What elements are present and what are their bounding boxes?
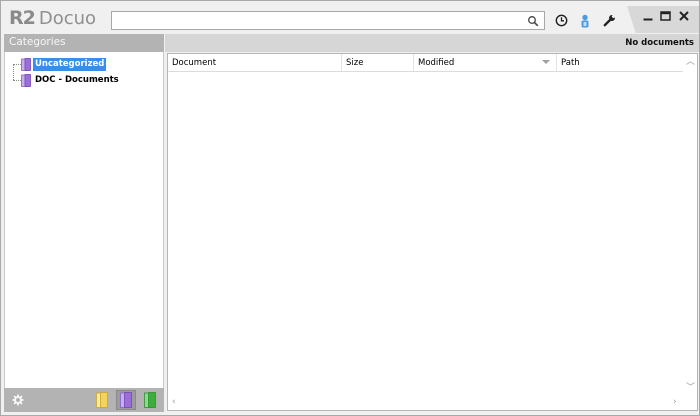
logo-name: Docuo bbox=[38, 8, 97, 29]
tree-connector bbox=[13, 64, 21, 65]
column-label: Modified bbox=[418, 58, 455, 68]
app-logo: R2 Docuo bbox=[9, 7, 96, 29]
minimize-button[interactable] bbox=[641, 9, 655, 23]
logo-mark: R2 bbox=[9, 7, 36, 29]
scroll-right-icon[interactable]: › bbox=[673, 397, 677, 407]
tree-item-doc-documents[interactable]: DOC - Documents bbox=[21, 73, 121, 87]
maximize-icon bbox=[659, 11, 671, 21]
purple-folder-icon bbox=[120, 392, 132, 408]
column-modified[interactable]: Modified bbox=[414, 54, 557, 71]
close-button[interactable] bbox=[677, 9, 691, 23]
tree-item-label: DOC - Documents bbox=[35, 74, 119, 85]
categories-title: Categories bbox=[9, 36, 66, 48]
tree-item-uncategorized[interactable]: Uncategorized bbox=[21, 57, 107, 71]
category-tree: Uncategorized DOC - Documents bbox=[4, 52, 164, 388]
search-input[interactable] bbox=[111, 11, 545, 30]
user-icon bbox=[581, 14, 589, 27]
categories-toolbar bbox=[4, 388, 164, 412]
scroll-left-icon[interactable]: ‹ bbox=[172, 397, 176, 407]
yellow-folder-icon bbox=[96, 392, 108, 408]
title-bar: R2 Docuo bbox=[1, 1, 699, 34]
vertical-scrollbar[interactable]: ︿ ﹀ bbox=[683, 54, 697, 395]
yellow-folder-button[interactable] bbox=[92, 390, 112, 410]
tree-connector bbox=[13, 80, 21, 81]
history-button[interactable] bbox=[551, 11, 571, 30]
app-window: R2 Docuo Categories Uncategorized DOC - … bbox=[0, 0, 700, 416]
column-label: Document bbox=[172, 58, 217, 68]
document-list: Document Size Modified Path ︿ ﹀ ‹ › bbox=[167, 53, 698, 411]
scroll-down-icon[interactable]: ﹀ bbox=[686, 383, 695, 393]
category-settings-button[interactable] bbox=[8, 390, 28, 410]
scroll-up-icon[interactable]: ︿ bbox=[686, 57, 695, 67]
settings-button[interactable] bbox=[599, 11, 619, 30]
horizontal-scrollbar[interactable]: ‹ › bbox=[168, 395, 683, 410]
column-path[interactable]: Path bbox=[557, 54, 683, 71]
column-header-row: Document Size Modified Path bbox=[168, 54, 683, 72]
search-icon[interactable] bbox=[527, 15, 539, 27]
column-label: Size bbox=[346, 58, 364, 68]
purple-folder-icon bbox=[21, 57, 31, 71]
green-folder-icon bbox=[144, 392, 156, 408]
close-icon bbox=[679, 11, 689, 21]
sort-descending-icon bbox=[542, 60, 550, 64]
maximize-button[interactable] bbox=[658, 9, 672, 23]
tree-connector bbox=[13, 64, 14, 80]
column-size[interactable]: Size bbox=[342, 54, 414, 71]
purple-folder-button[interactable] bbox=[116, 390, 136, 410]
document-count-status: No documents bbox=[625, 38, 694, 48]
column-document[interactable]: Document bbox=[168, 54, 342, 71]
tree-item-label: Uncategorized bbox=[33, 57, 107, 71]
minimize-icon bbox=[643, 18, 653, 21]
clock-icon bbox=[555, 14, 567, 27]
user-button[interactable] bbox=[575, 11, 595, 30]
column-label: Path bbox=[561, 58, 580, 68]
purple-folder-icon bbox=[21, 73, 31, 87]
gear-icon bbox=[12, 394, 24, 406]
green-folder-button[interactable] bbox=[140, 390, 160, 410]
wrench-icon bbox=[603, 14, 615, 27]
documents-header: No documents bbox=[165, 34, 699, 52]
categories-header: Categories bbox=[4, 34, 164, 52]
